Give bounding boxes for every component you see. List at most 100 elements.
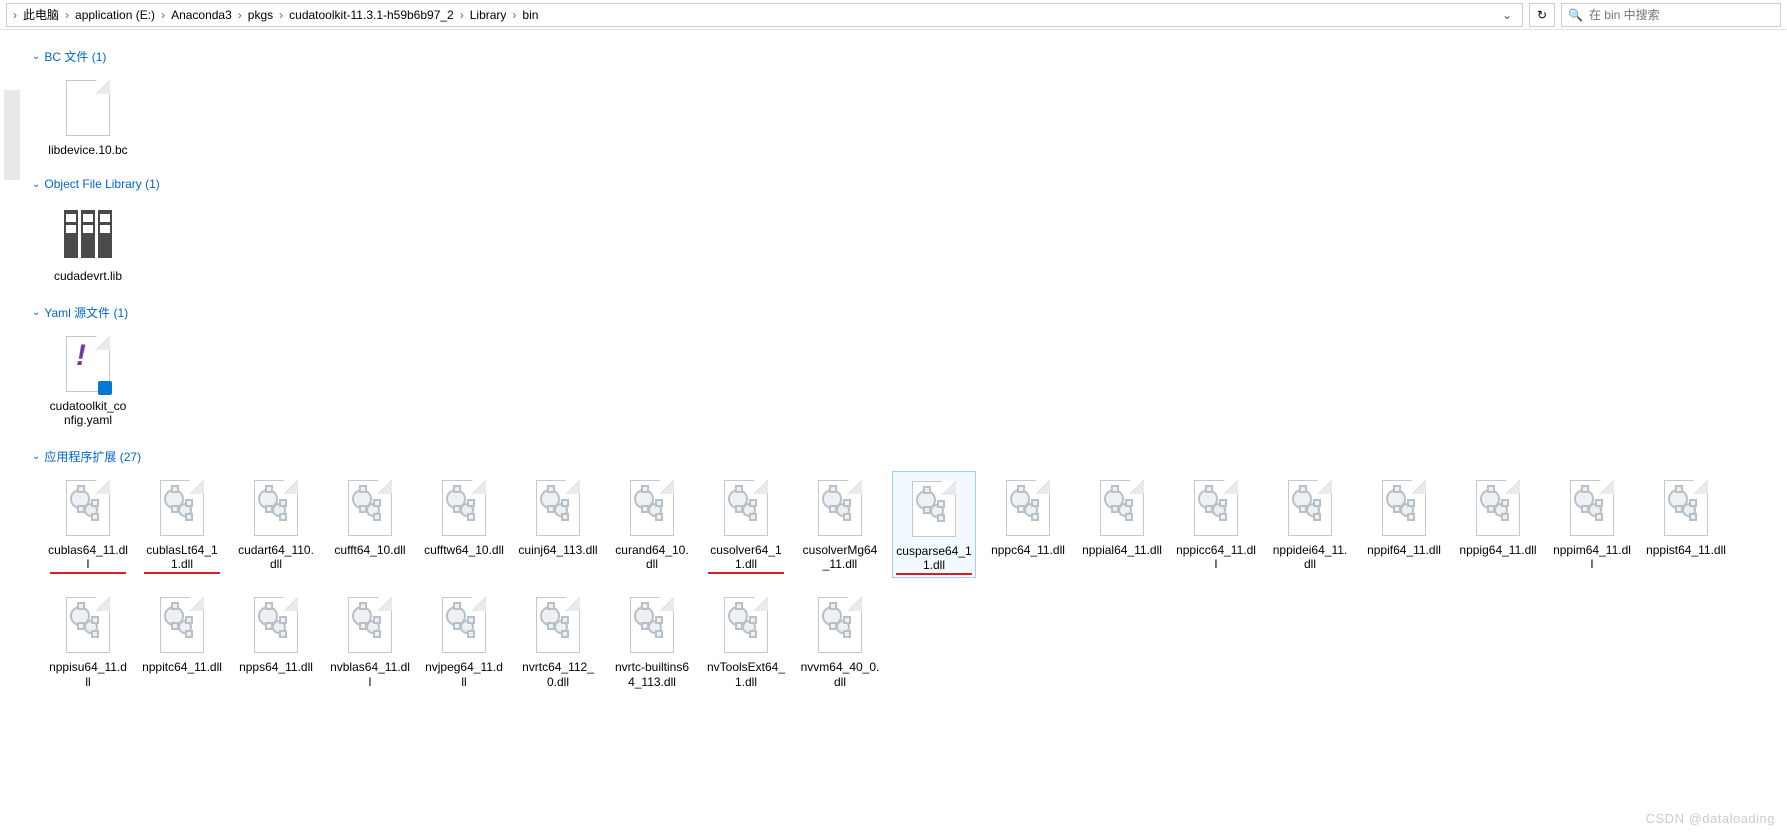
file-item[interactable]: nppist64_11.dll xyxy=(1644,471,1728,579)
file-item[interactable]: cublasLt64_11.dll xyxy=(140,471,224,579)
selection-bracket xyxy=(4,90,20,180)
file-label: nvrtc-builtins64_113.dll xyxy=(612,660,692,689)
breadcrumb[interactable]: application (E:) xyxy=(71,8,159,22)
file-item[interactable]: cusolverMg64_11.dll xyxy=(798,471,882,579)
dll-icon xyxy=(62,475,114,541)
file-label: nppial64_11.dll xyxy=(1082,543,1162,557)
group-title: 应用程序扩展 (27) xyxy=(44,448,141,465)
file-item[interactable]: cusolver64_11.dll xyxy=(704,471,788,579)
file-label: cusparse64_11.dll xyxy=(895,544,973,573)
file-item[interactable]: cublas64_11.dll xyxy=(46,471,130,579)
dll-icon xyxy=(250,592,302,658)
file-item[interactable]: cufftw64_10.dll xyxy=(422,471,506,579)
file-item[interactable]: cudadevrt.lib xyxy=(46,197,130,285)
file-item[interactable]: nppidei64_11.dll xyxy=(1268,471,1352,579)
file-item[interactable]: nppif64_11.dll xyxy=(1362,471,1446,579)
chevron-down-icon: ⌄ xyxy=(32,51,40,62)
group-items: libdevice.10.bc xyxy=(46,71,1787,169)
dll-icon xyxy=(1096,475,1148,541)
dll-icon xyxy=(1190,475,1242,541)
dll-icon xyxy=(156,592,208,658)
chevron-right-icon: › xyxy=(510,8,518,22)
file-item[interactable]: cuinj64_113.dll xyxy=(516,471,600,579)
history-dropdown-button[interactable]: ⌄ xyxy=(1496,4,1518,26)
group-items: cudadevrt.lib xyxy=(46,197,1787,295)
group-header-yaml[interactable]: ⌄ Yaml 源文件 (1) xyxy=(32,304,1787,321)
file-label: cufft64_10.dll xyxy=(334,543,405,557)
watermark: CSDN @dataloading xyxy=(1646,811,1775,826)
file-label: cusolverMg64_11.dll xyxy=(800,543,880,572)
group-header-bc[interactable]: ⌄ BC 文件 (1) xyxy=(32,48,1787,65)
dll-icon xyxy=(532,475,584,541)
file-item[interactable]: nvvm64_40_0.dll xyxy=(798,588,882,691)
file-item[interactable]: npps64_11.dll xyxy=(234,588,318,691)
refresh-button[interactable]: ↻ xyxy=(1529,3,1555,27)
file-icon xyxy=(62,75,114,141)
dll-icon xyxy=(1002,475,1054,541)
file-item[interactable]: curand64_10.dll xyxy=(610,471,694,579)
dll-icon xyxy=(908,476,960,542)
dll-icon xyxy=(626,475,678,541)
file-label: nppc64_11.dll xyxy=(991,543,1065,557)
yaml-icon: ! xyxy=(62,331,114,397)
underline-mark xyxy=(896,573,972,575)
chevron-right-icon: › xyxy=(236,8,244,22)
file-label: cudart64_110.dll xyxy=(236,543,316,572)
file-item[interactable]: nppc64_11.dll xyxy=(986,471,1070,579)
file-item[interactable]: nvjpeg64_11.dll xyxy=(422,588,506,691)
dll-icon xyxy=(1284,475,1336,541)
breadcrumb[interactable]: cudatoolkit-11.3.1-h59b6b97_2 xyxy=(285,8,458,22)
dll-icon xyxy=(344,475,396,541)
file-label: curand64_10.dll xyxy=(612,543,692,572)
file-label: nppist64_11.dll xyxy=(1646,543,1726,557)
group-header-dll[interactable]: ⌄ 应用程序扩展 (27) xyxy=(32,448,1787,465)
file-item[interactable]: nvblas64_11.dll xyxy=(328,588,412,691)
breadcrumb[interactable]: pkgs xyxy=(244,8,277,22)
file-item[interactable]: nppicc64_11.dll xyxy=(1174,471,1258,579)
file-item[interactable]: cufft64_10.dll xyxy=(328,471,412,579)
search-input[interactable] xyxy=(1589,8,1774,22)
dll-icon xyxy=(438,475,490,541)
file-label: nppisu64_11.dll xyxy=(48,660,128,689)
search-box[interactable]: 🔍 xyxy=(1561,3,1781,27)
chevron-right-icon: › xyxy=(63,8,71,22)
file-label: nppidei64_11.dll xyxy=(1270,543,1350,572)
lib-icon xyxy=(62,201,114,267)
breadcrumb[interactable]: bin xyxy=(518,8,542,22)
group-title: Yaml 源文件 (1) xyxy=(44,304,128,321)
dll-icon xyxy=(62,592,114,658)
file-item[interactable]: nppisu64_11.dll xyxy=(46,588,130,691)
file-item[interactable]: cusparse64_11.dll xyxy=(892,471,976,579)
file-label: nppitc64_11.dll xyxy=(142,660,222,674)
underline-mark xyxy=(144,572,220,574)
breadcrumb[interactable]: Anaconda3 xyxy=(167,8,236,22)
file-item[interactable]: cudart64_110.dll xyxy=(234,471,318,579)
file-item[interactable]: nppig64_11.dll xyxy=(1456,471,1540,579)
dll-icon xyxy=(626,592,678,658)
file-label: cublas64_11.dll xyxy=(48,543,128,572)
dll-icon xyxy=(344,592,396,658)
file-label: nvblas64_11.dll xyxy=(330,660,410,689)
underline-mark xyxy=(708,572,784,574)
file-item[interactable]: nppitc64_11.dll xyxy=(140,588,224,691)
file-label: nvvm64_40_0.dll xyxy=(800,660,880,689)
chevron-down-icon: ⌄ xyxy=(32,451,40,462)
file-item[interactable]: nppial64_11.dll xyxy=(1080,471,1164,579)
file-item[interactable]: ! cudatoolkit_config.yaml xyxy=(46,327,130,430)
breadcrumb-bar[interactable]: › 此电脑 › application (E:) › Anaconda3 › p… xyxy=(6,3,1523,27)
file-label: npps64_11.dll xyxy=(239,660,313,674)
file-item[interactable]: nvrtc64_112_0.dll xyxy=(516,588,600,691)
dll-icon xyxy=(156,475,208,541)
file-item[interactable]: nvToolsExt64_1.dll xyxy=(704,588,788,691)
chevron-down-icon: ⌄ xyxy=(32,307,40,318)
file-item[interactable]: nvrtc-builtins64_113.dll xyxy=(610,588,694,691)
breadcrumb[interactable]: 此电脑 xyxy=(19,6,63,23)
group-items: ! cudatoolkit_config.yaml xyxy=(46,327,1787,440)
group-header-lib[interactable]: ⌄ Object File Library (1) xyxy=(32,177,1787,191)
file-label: libdevice.10.bc xyxy=(48,143,127,157)
chevron-right-icon: › xyxy=(277,8,285,22)
file-item[interactable]: nppim64_11.dll xyxy=(1550,471,1634,579)
dll-icon xyxy=(1660,475,1712,541)
breadcrumb[interactable]: Library xyxy=(466,8,511,22)
file-item[interactable]: libdevice.10.bc xyxy=(46,71,130,159)
